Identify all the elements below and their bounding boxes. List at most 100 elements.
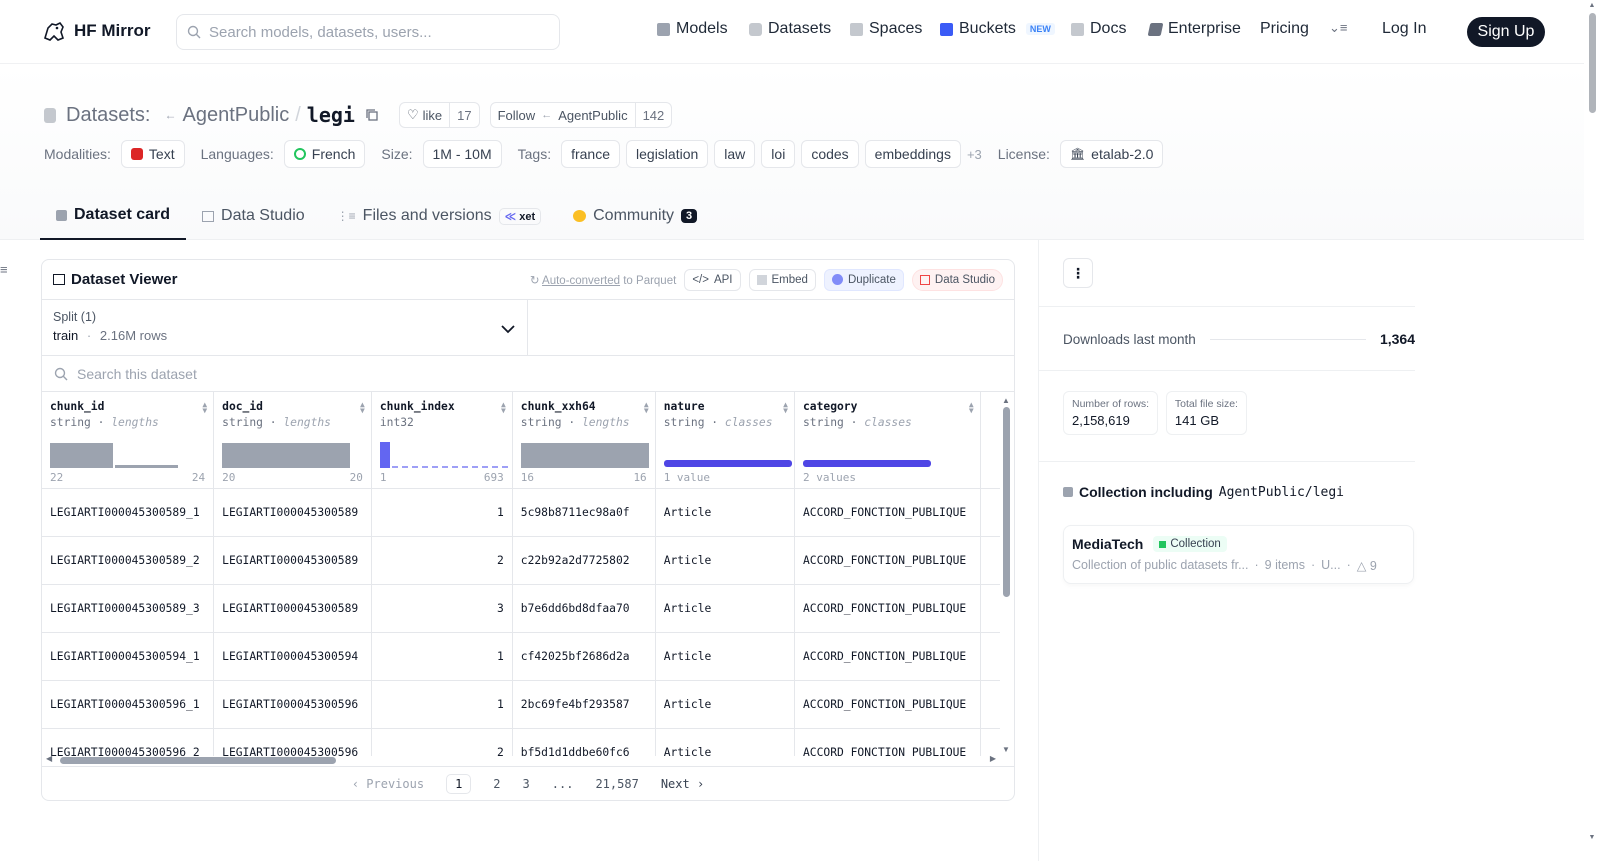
table-cell[interactable]: LEGIARTI000045300589 — [213, 488, 372, 537]
nav-models[interactable]: Models — [657, 20, 728, 38]
table-cell[interactable]: LEGIARTI000045300596 — [213, 680, 372, 729]
sort-icon[interactable]: ▲ ▼ — [969, 401, 974, 415]
table-cell[interactable]: LEGIARTI000045300596_2 — [42, 728, 215, 756]
class-bar-nature[interactable] — [663, 442, 792, 468]
table-cell[interactable]: LEGIARTI000045300596 — [213, 728, 372, 756]
scroll-thumb[interactable] — [1002, 407, 1010, 597]
page-1-button[interactable]: 1 — [446, 773, 472, 794]
histogram-doc-id[interactable] — [222, 442, 351, 468]
table-vertical-scrollbar[interactable]: ▲ ▼ — [1000, 396, 1012, 754]
column-header-nature[interactable]: nature string · classes ▲ ▼ 1 value — [655, 392, 796, 489]
table-cell[interactable]: 1 — [371, 632, 513, 681]
last-page-button[interactable]: 21,587 — [595, 777, 638, 791]
table-row[interactable]: LEGIARTI000045300589_1 LEGIARTI0000453005… — [42, 488, 1000, 537]
histogram-chunk-index[interactable] — [379, 441, 508, 468]
more-vertical-icon[interactable]: ⋮ — [1063, 258, 1093, 288]
table-cell[interactable]: ACCORD_FONCTION_PUBLIQUE — [794, 488, 981, 537]
scroll-left-icon[interactable]: ◀ — [46, 754, 52, 763]
scroll-up-icon[interactable]: ▲ — [1584, 2, 1600, 9]
table-cell[interactable]: b7e6dd6bd8dfaa70 — [512, 584, 656, 633]
sidebar-menu-button[interactable]: ⋮ — [1063, 258, 1415, 288]
table-cell[interactable]: LEGIARTI000045300589_3 — [42, 584, 215, 633]
dataset-search-input[interactable] — [77, 365, 477, 382]
column-header-chunk-xxh64[interactable]: chunk_xxh64 string · lengths ▲ ▼ 16 16 — [512, 392, 656, 489]
table-cell[interactable]: Article — [655, 680, 796, 729]
tag-legislation[interactable]: legislation — [626, 140, 709, 168]
column-header-partial[interactable] — [980, 392, 1000, 489]
scroll-thumb[interactable] — [60, 757, 336, 764]
tag-france[interactable]: france — [561, 140, 621, 168]
embed-button[interactable]: Embed — [748, 268, 816, 291]
class-bar-category[interactable] — [803, 442, 973, 468]
sort-icon[interactable]: ▲ ▼ — [783, 401, 788, 415]
table-cell[interactable]: LEGIARTI000045300589 — [213, 584, 372, 633]
table-row[interactable]: LEGIARTI000045300596_1 LEGIARTI0000453005… — [42, 680, 1000, 729]
table-cell[interactable]: LEGIARTI000045300594 — [213, 632, 372, 681]
api-button[interactable]: </> API — [684, 268, 741, 291]
nav-buckets[interactable]: Buckets NEW — [940, 20, 1055, 38]
table-row[interactable]: LEGIARTI000045300589_2 LEGIARTI0000453005… — [42, 536, 1000, 585]
dataset-name[interactable]: legi — [307, 103, 355, 127]
table-cell[interactable]: cf42025bf2686d2a — [512, 632, 656, 681]
table-cell[interactable]: ACCORD_FONCTION_PUBLIQUE — [794, 584, 981, 633]
split-selector[interactable]: Split (1) train · 2.16M rows — [42, 300, 528, 355]
auto-converted-note[interactable]: ↻ Auto-converted to Parquet — [530, 273, 676, 287]
table-cell[interactable]: LEGIARTI000045300596_1 — [42, 680, 215, 729]
tab-community[interactable]: Community 3 — [557, 192, 713, 240]
table-cell[interactable]: LEGIARTI000045300589_1 — [42, 488, 215, 537]
page-scroll-thumb[interactable] — [1588, 13, 1596, 113]
nav-datasets[interactable]: Datasets — [749, 20, 831, 38]
signup-button[interactable]: Sign Up — [1467, 17, 1545, 47]
table-cell[interactable]: ACCORD_FONCTION_PUBLIQUE — [794, 728, 981, 756]
dataset-owner[interactable]: AgentPublic — [182, 104, 289, 127]
sort-icon[interactable]: ▲ ▼ — [501, 401, 506, 415]
scroll-down-icon[interactable]: ▼ — [1584, 834, 1600, 841]
table-cell[interactable]: Article — [655, 536, 796, 585]
follow-button[interactable]: Follow ← AgentPublic 142 — [489, 102, 673, 128]
more-tags[interactable]: +3 — [967, 147, 982, 162]
table-cell[interactable]: 2 — [371, 536, 513, 585]
scroll-up-icon[interactable]: ▲ — [1000, 396, 1012, 405]
sort-icon[interactable]: ▲ ▼ — [202, 401, 207, 415]
tab-files-and-versions[interactable]: ⋮≡ Files and versions ≪ xet — [321, 192, 557, 240]
copy-icon[interactable] — [365, 108, 379, 122]
table-cell[interactable]: 2bc69fe4bf293587 — [512, 680, 656, 729]
modality-tag[interactable]: Text — [120, 140, 185, 168]
table-cell[interactable]: LEGIARTI000045300594_1 — [42, 632, 215, 681]
license-tag[interactable]: 🏛 etalab-2.0 — [1059, 140, 1164, 168]
scroll-down-icon[interactable]: ▼ — [1000, 745, 1012, 754]
table-cell[interactable]: Article — [655, 728, 796, 756]
tag-loi[interactable]: loi — [761, 140, 796, 168]
table-row[interactable]: LEGIARTI000045300589_3 LEGIARTI0000453005… — [42, 584, 1000, 633]
sort-icon[interactable]: ▲ ▼ — [644, 401, 649, 415]
global-search[interactable] — [176, 14, 560, 50]
tab-data-studio[interactable]: Data Studio — [186, 192, 321, 240]
table-cell[interactable]: 2 — [371, 728, 513, 756]
table-row[interactable]: LEGIARTI000045300596_2 LEGIARTI0000453005… — [42, 728, 1000, 756]
column-header-doc-id[interactable]: doc_id string · lengths ▲ ▼ 20 20 — [213, 392, 372, 489]
next-page-button[interactable]: Next › — [661, 777, 704, 791]
histogram-chunk-xxh64[interactable] — [520, 442, 649, 468]
column-header-chunk-id[interactable]: chunk_id string · lengths ▲ ▼ 22 24 — [42, 392, 215, 489]
size-tag[interactable]: 1M - 10M — [422, 140, 502, 168]
brand-logo[interactable]: HF Mirror — [42, 20, 151, 42]
table-cell[interactable]: ACCORD_FONCTION_PUBLIQUE — [794, 680, 981, 729]
nav-enterprise[interactable]: Enterprise — [1147, 20, 1241, 38]
page-scrollbar[interactable]: ▲ ▼ — [1584, 0, 1600, 861]
nav-pricing[interactable]: Pricing — [1260, 20, 1309, 38]
duplicate-button[interactable]: Duplicate — [823, 268, 904, 291]
nav-spaces[interactable]: Spaces — [850, 20, 922, 38]
tab-dataset-card[interactable]: Dataset card — [40, 192, 187, 240]
language-tag[interactable]: French — [283, 140, 366, 168]
collection-card[interactable]: MediaTech Collection Collection of publi… — [1063, 525, 1414, 584]
table-cell[interactable]: 5c98b8711ec98a0f — [512, 488, 656, 537]
search-input[interactable] — [209, 23, 529, 41]
table-cell[interactable]: LEGIARTI000045300589_2 — [42, 536, 215, 585]
table-cell[interactable]: 3 — [371, 584, 513, 633]
table-cell[interactable]: Article — [655, 584, 796, 633]
auto-converted-link[interactable]: Auto-converted — [542, 275, 620, 287]
previous-page-button[interactable]: ‹ Previous — [352, 777, 424, 791]
nav-docs[interactable]: Docs — [1071, 20, 1126, 38]
login-link[interactable]: Log In — [1382, 20, 1426, 38]
table-cell[interactable]: ACCORD_FONCTION_PUBLIQUE — [794, 536, 981, 585]
